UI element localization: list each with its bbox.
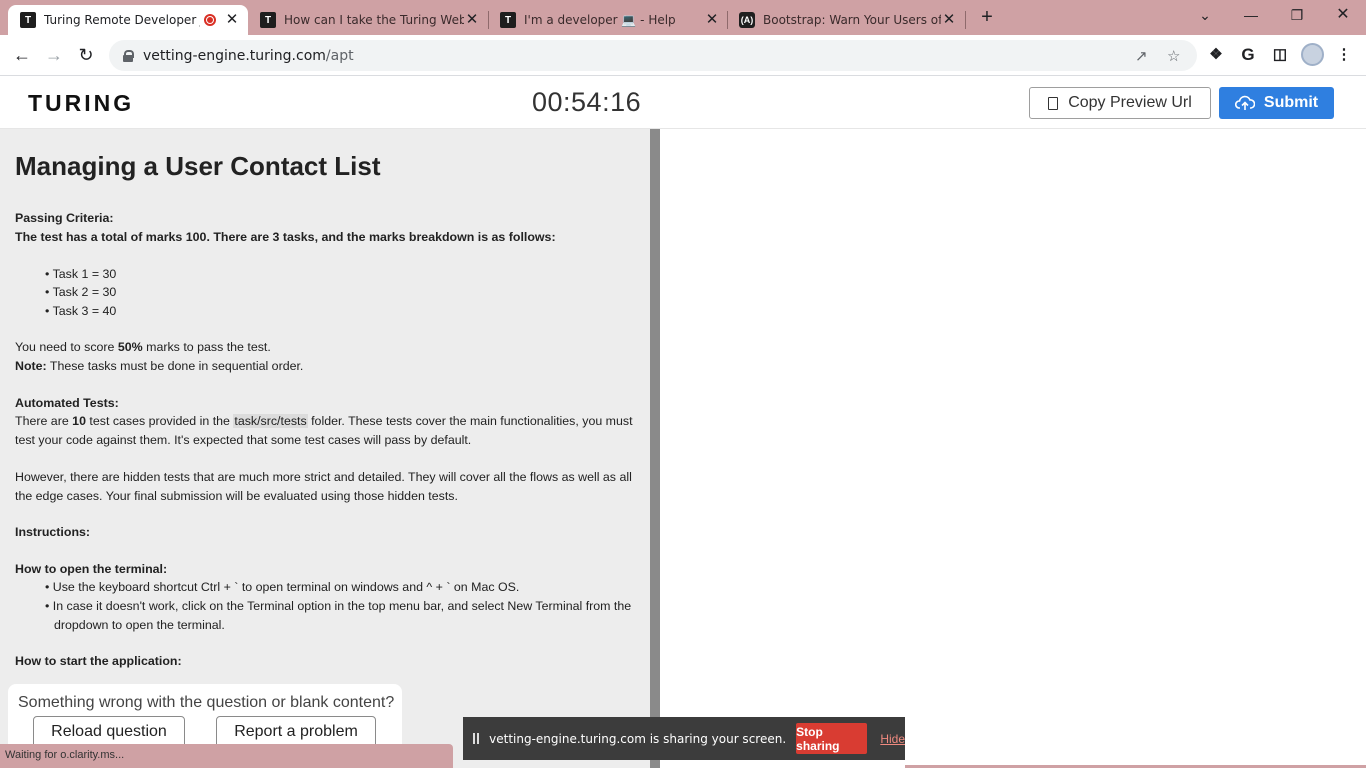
turing-favicon-icon: T <box>260 12 276 28</box>
question-panel[interactable]: Managing a User Contact List Passing Cri… <box>0 129 650 768</box>
address-url: vetting-engine.turing.com/apt <box>143 47 354 64</box>
close-tab-icon[interactable]: ✕ <box>464 12 480 28</box>
address-bar[interactable]: vetting-engine.turing.com/apt ↗ ☆ <box>109 40 1197 71</box>
tab-separator <box>965 11 966 29</box>
close-tab-icon[interactable]: ✕ <box>704 12 720 28</box>
instructions-heading: Instructions: <box>15 525 91 539</box>
screen-share-bar: vetting-engine.turing.com is sharing you… <box>463 717 905 760</box>
copy-preview-url-button[interactable]: Copy Preview Url <box>1029 87 1211 119</box>
question-title: Managing a User Contact List <box>15 151 381 181</box>
terminal-step: • In case it doesn't work, click on the … <box>45 599 632 632</box>
automated-tests-heading: Automated Tests: <box>15 396 119 410</box>
extensions-puzzle-icon[interactable]: ❖ <box>1206 45 1226 65</box>
minimize-window-icon[interactable]: — <box>1236 4 1266 26</box>
side-panel-icon[interactable]: ◫ <box>1270 45 1290 65</box>
feedback-message: Something wrong with the question or bla… <box>18 694 395 711</box>
share-icon[interactable]: ↗ <box>1135 47 1148 65</box>
preview-panel <box>660 129 1366 768</box>
tests-folder-code: task/src/tests <box>233 414 308 428</box>
profile-avatar[interactable] <box>1301 43 1324 66</box>
turing-favicon-icon: T <box>500 12 516 28</box>
lock-icon <box>123 49 134 62</box>
browser-tab-bootstrap[interactable]: (A) Bootstrap: Warn Your Users of a I ✕ <box>727 5 965 35</box>
sequential-note: Note: These tasks must be done in sequen… <box>15 359 304 373</box>
screen-share-message: vetting-engine.turing.com is sharing you… <box>489 731 787 746</box>
back-arrow-icon[interactable]: ← <box>10 43 34 67</box>
task-item: • Task 1 = 30 <box>45 267 117 281</box>
tab-title: Bootstrap: Warn Your Users of a I <box>763 13 941 27</box>
passing-criteria-text: The test has a total of marks 100. There… <box>15 230 556 244</box>
close-tab-icon[interactable]: ✕ <box>941 12 957 28</box>
terminal-step: • Use the keyboard shortcut Ctrl + ` to … <box>45 580 520 594</box>
submit-button[interactable]: Submit <box>1219 87 1334 119</box>
recording-icon <box>204 14 216 26</box>
task-item: • Task 2 = 30 <box>45 285 117 299</box>
copy-icon <box>1048 96 1059 110</box>
tab-title: How can I take the Turing Web Fr <box>284 13 464 27</box>
turing-logo: TURING <box>28 90 135 116</box>
forward-arrow-icon[interactable]: → <box>42 43 66 67</box>
stop-sharing-button[interactable]: Stop sharing <box>796 723 868 754</box>
turing-favicon-icon: T <box>20 12 36 28</box>
browser-menu-icon[interactable]: ⋮ <box>1334 45 1354 65</box>
new-tab-button[interactable]: + <box>976 6 998 28</box>
browser-status-bar: Waiting for o.clarity.ms... <box>0 744 453 768</box>
tab-search-chevron-icon[interactable]: ⌄ <box>1190 4 1220 26</box>
browser-tab-developer-help[interactable]: T I'm a developer 💻 - Help ✕ <box>488 5 728 35</box>
automated-tests-text: There are 10 test cases provided in the … <box>15 414 633 447</box>
restore-window-icon[interactable]: ❐ <box>1282 4 1312 26</box>
panel-resize-divider[interactable] <box>650 129 660 768</box>
browser-toolbar: ← → ↻ vetting-engine.turing.com/apt ↗ ☆ … <box>0 35 1366 76</box>
browser-tab-strip: T Turing Remote Developer Jo ✕ T How can… <box>0 0 1366 35</box>
bookmark-star-icon[interactable]: ☆ <box>1167 47 1180 65</box>
copy-preview-url-label: Copy Preview Url <box>1068 94 1192 111</box>
hide-share-bar-link[interactable]: Hide <box>880 732 905 746</box>
close-tab-icon[interactable]: ✕ <box>224 12 240 28</box>
open-terminal-heading: How to open the terminal: <box>15 562 168 576</box>
submit-label: Submit <box>1263 94 1319 111</box>
app-header: TURING 00:54:16 Copy Preview Url Submit <box>0 76 1366 129</box>
close-window-icon[interactable]: ✕ <box>1328 4 1358 26</box>
task-item: • Task 3 = 40 <box>45 304 117 318</box>
tab-title: Turing Remote Developer Jo <box>44 13 200 27</box>
browser-tab-turing-help[interactable]: T How can I take the Turing Web Fr ✕ <box>248 5 488 35</box>
passing-criteria-heading: Passing Criteria: <box>15 211 114 225</box>
tab-title: I'm a developer 💻 - Help <box>524 13 676 27</box>
grammarly-g-icon[interactable]: G <box>1238 45 1258 65</box>
drag-handle-icon[interactable] <box>473 733 480 744</box>
hidden-tests-text: However, there are hidden tests that are… <box>15 470 632 503</box>
pass-score-text: You need to score 50% marks to pass the … <box>15 340 271 354</box>
start-application-heading: How to start the application: <box>15 654 182 668</box>
bootstrap-favicon-icon: (A) <box>739 12 755 28</box>
reload-icon[interactable]: ↻ <box>74 43 98 67</box>
browser-tab-turing-jobs[interactable]: T Turing Remote Developer Jo ✕ <box>8 5 248 35</box>
cloud-upload-icon <box>1234 95 1255 110</box>
countdown-timer: 00:54:16 <box>532 87 642 117</box>
